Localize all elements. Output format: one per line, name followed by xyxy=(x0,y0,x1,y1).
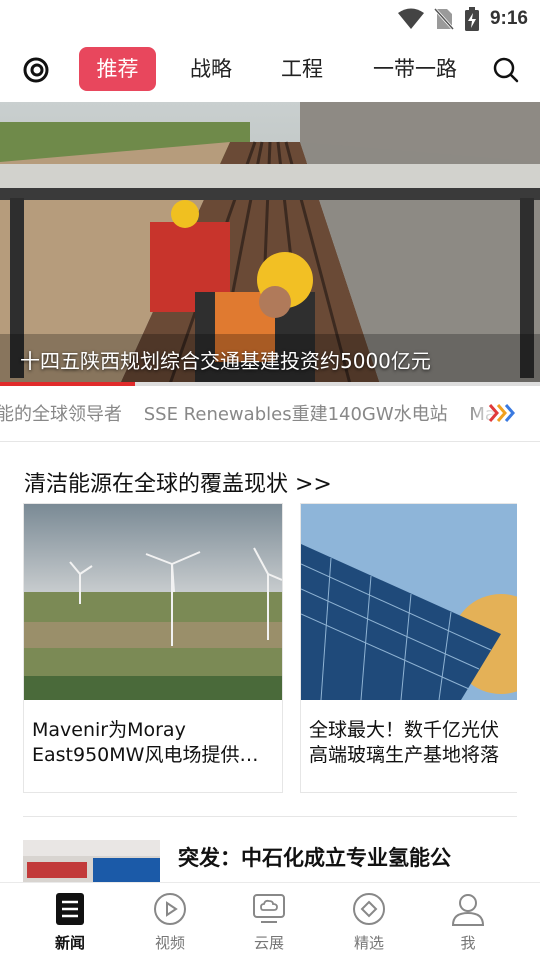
no-sim-icon xyxy=(433,8,454,30)
bottom-nav: 新闻 视频 云展 精选 我 xyxy=(0,882,540,960)
search-icon[interactable] xyxy=(490,54,522,86)
article-card-solar[interactable]: 全球最大！数千亿光伏 高端玻璃生产基地将落 xyxy=(300,503,517,793)
hero-banner[interactable]: 十四五陕西规划综合交通基建投资约5000亿元 xyxy=(0,102,540,384)
user-icon xyxy=(451,894,485,926)
nav-cloud-expo[interactable]: 云展 xyxy=(229,883,309,960)
tab-strategy[interactable]: 战略 xyxy=(180,47,242,91)
news-title[interactable]: 突发：中石化成立专业氢能公 xyxy=(178,842,451,872)
wind-farm-image xyxy=(24,504,282,700)
cloud-screen-icon xyxy=(253,894,285,923)
news-thumbnail-image xyxy=(23,840,160,882)
tab-belt-and-road[interactable]: 一带一路 xyxy=(366,47,464,91)
battery-charging-icon xyxy=(464,7,479,31)
divider xyxy=(23,816,517,817)
status-icons: 9:16 xyxy=(397,6,528,32)
nav-featured[interactable]: 精选 xyxy=(329,883,409,960)
hero-progress xyxy=(0,382,540,386)
ticker-item[interactable]: 能的全球领导者 xyxy=(0,404,122,425)
ticker-item[interactable]: SSE Renewables重建140GW水电站 xyxy=(144,404,448,425)
card-title: 全球最大！数千亿光伏 高端玻璃生产基地将落 xyxy=(309,719,500,766)
more-arrows-icon[interactable] xyxy=(488,402,518,424)
section-title[interactable]: 清洁能源在全球的覆盖现状 >> xyxy=(24,466,332,498)
status-bar: 9:16 xyxy=(0,0,540,38)
card-image xyxy=(24,504,282,700)
news-thumbnail[interactable] xyxy=(23,840,160,882)
nav-me[interactable]: 我 xyxy=(428,883,508,960)
nav-label: 新闻 xyxy=(54,934,85,952)
diamond-icon xyxy=(353,893,385,925)
play-icon xyxy=(154,893,186,925)
ticker-track: 能的全球领导者 SSE Renewables重建140GW水电站 Ma xyxy=(0,400,512,426)
nav-label: 云展 xyxy=(253,934,284,952)
hero-progress-fill xyxy=(0,382,135,386)
top-nav: 推荐 战略 工程 一带一路 xyxy=(0,40,540,100)
divider xyxy=(0,441,540,442)
news-icon xyxy=(56,893,84,925)
nav-label: 精选 xyxy=(353,934,384,952)
nav-label: 我 xyxy=(460,934,476,952)
nav-news[interactable]: 新闻 xyxy=(30,883,110,960)
app-logo-icon[interactable] xyxy=(22,56,50,84)
news-ticker[interactable]: 能的全球领导者 SSE Renewables重建140GW水电站 Ma xyxy=(0,392,540,436)
hero-image xyxy=(0,102,540,384)
nav-video[interactable]: 视频 xyxy=(130,883,210,960)
card-title: Mavenir为Moray East950MW风电场提供… xyxy=(32,719,259,766)
card-image xyxy=(301,504,517,700)
tab-recommended[interactable]: 推荐 xyxy=(79,47,156,91)
hero-caption: 十四五陕西规划综合交通基建投资约5000亿元 xyxy=(20,349,431,373)
solar-panel-image xyxy=(301,504,517,700)
tab-engineering[interactable]: 工程 xyxy=(271,47,333,91)
nav-label: 视频 xyxy=(154,934,185,952)
status-time: 9:16 xyxy=(489,8,528,29)
wifi-icon xyxy=(397,8,424,29)
article-card-wind[interactable]: Mavenir为Moray East950MW风电场提供… xyxy=(23,503,283,793)
